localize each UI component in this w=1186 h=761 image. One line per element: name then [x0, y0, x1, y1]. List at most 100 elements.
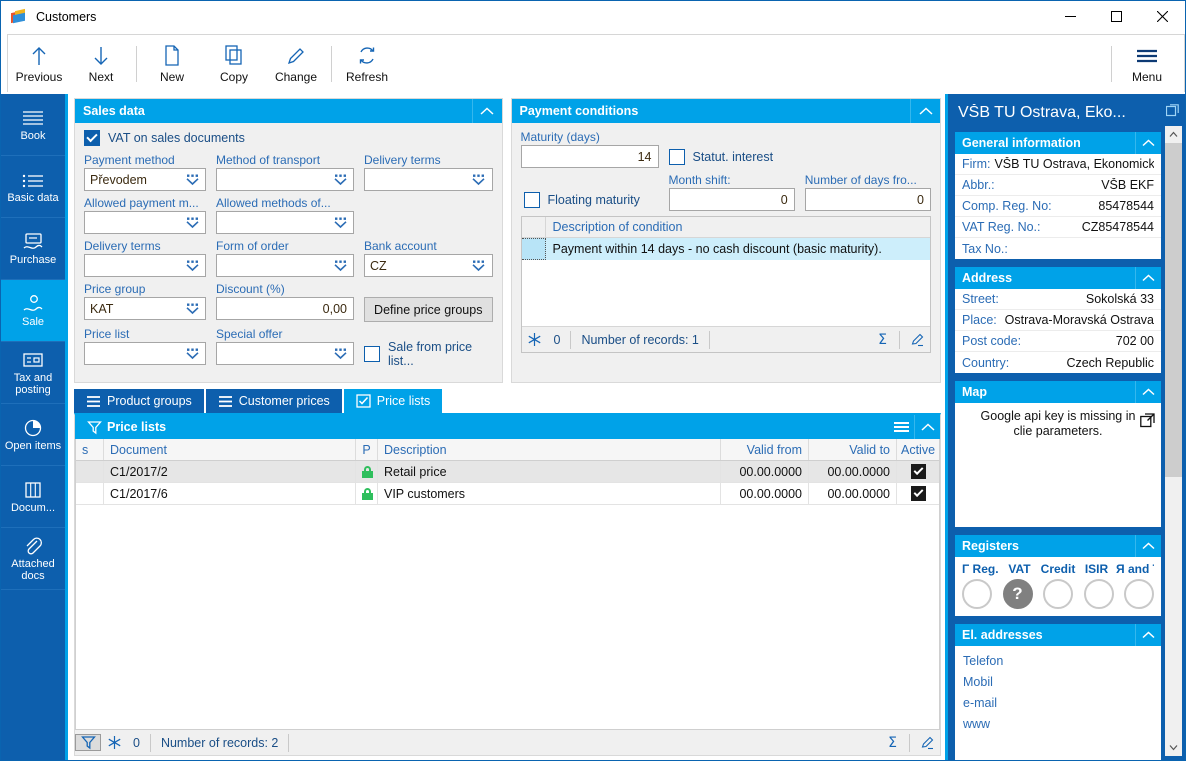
allowed-payment-methods-input[interactable]: [84, 211, 206, 234]
maximize-button[interactable]: [1093, 1, 1139, 32]
tab-price-lists[interactable]: Price lists: [343, 389, 443, 413]
month-shift-input[interactable]: 0: [668, 188, 795, 211]
table-row[interactable]: C1/2017/6 VIP customers 00.00.0000 00.00…: [76, 483, 939, 505]
col-header-active[interactable]: Active: [897, 439, 939, 460]
dropdown-icon[interactable]: [181, 346, 203, 361]
dropdown-icon[interactable]: [468, 258, 490, 273]
vat-on-sales-row[interactable]: VAT on sales documents: [84, 130, 493, 146]
col-header-s[interactable]: s: [76, 439, 104, 460]
payment-conditions-row[interactable]: Payment within 14 days - no cash discoun…: [521, 238, 930, 260]
menu-button[interactable]: Menu: [1116, 37, 1178, 91]
special-offer-input[interactable]: [216, 342, 354, 365]
sale-from-price-list-row[interactable]: Sale from price list...: [364, 340, 493, 368]
vat-on-sales-checkbox[interactable]: [84, 130, 100, 146]
scroll-up-icon[interactable]: [1165, 126, 1182, 143]
discount-input[interactable]: 0,00: [216, 297, 354, 320]
sidebar-item-basic-data[interactable]: Basic data: [1, 156, 65, 218]
register-status-trade[interactable]: [962, 579, 992, 609]
filter-funnel-icon[interactable]: [75, 734, 101, 751]
dropdown-icon[interactable]: [329, 172, 351, 187]
snowflake-freeze-icon[interactable]: [101, 735, 127, 750]
register-status-r-and-t[interactable]: [1124, 579, 1154, 609]
detach-pane-icon[interactable]: [1165, 103, 1179, 122]
dropdown-icon[interactable]: [181, 215, 203, 230]
change-button[interactable]: Change: [265, 37, 327, 91]
cell-active[interactable]: [897, 461, 939, 482]
sigma-icon[interactable]: Σ: [879, 735, 905, 750]
collapse-el-addresses-icon[interactable]: [1135, 624, 1161, 646]
payment-method-input[interactable]: Převodem: [84, 168, 206, 191]
dropdown-icon[interactable]: [329, 258, 351, 273]
register-status-isir[interactable]: [1083, 579, 1114, 609]
pc-row-selector[interactable]: [521, 238, 546, 260]
dropdown-icon[interactable]: [329, 215, 351, 230]
filter-funnel-icon[interactable]: [81, 415, 107, 439]
minimize-button[interactable]: [1047, 1, 1093, 32]
floating-maturity-chk-row[interactable]: Floating maturity: [521, 188, 659, 211]
price-list-input[interactable]: [84, 342, 206, 365]
scroll-down-icon[interactable]: [1165, 739, 1182, 756]
tab-customer-prices[interactable]: Customer prices: [205, 389, 342, 413]
price-group-input[interactable]: KAT: [84, 297, 206, 320]
pencil-edit-icon[interactable]: [904, 332, 930, 347]
dropdown-icon[interactable]: [181, 258, 203, 273]
active-checkbox[interactable]: [910, 464, 926, 479]
next-button[interactable]: Next: [70, 37, 132, 91]
maturity-input[interactable]: 14: [520, 145, 659, 168]
register-status-credit[interactable]: [1043, 579, 1073, 609]
dropdown-icon[interactable]: [181, 172, 203, 187]
sidebar-item-documents[interactable]: Docum...: [1, 466, 65, 528]
days-from-input[interactable]: 0: [804, 188, 931, 211]
collapse-price-lists-icon[interactable]: [914, 415, 940, 439]
method-of-transport-input[interactable]: [216, 168, 354, 191]
register-status-vat[interactable]: ?: [1002, 579, 1033, 609]
sidebar-item-book[interactable]: Book: [1, 94, 65, 156]
snowflake-freeze-icon[interactable]: [522, 332, 548, 347]
pencil-edit-icon[interactable]: [914, 735, 940, 750]
col-header-document[interactable]: Document: [104, 439, 356, 460]
collapse-general-information-icon[interactable]: [1135, 132, 1161, 154]
floating-maturity-checkbox[interactable]: [523, 191, 540, 208]
delivery-terms-input-1[interactable]: [364, 168, 493, 191]
copy-button[interactable]: Copy: [203, 37, 265, 91]
el-address-email[interactable]: e-mail: [955, 692, 1161, 713]
sidebar-item-sale[interactable]: Sale: [1, 280, 65, 342]
collapse-registers-icon[interactable]: [1135, 535, 1161, 557]
refresh-button[interactable]: Refresh: [336, 37, 398, 91]
sigma-icon[interactable]: Σ: [869, 332, 895, 347]
col-header-valid-to[interactable]: Valid to: [809, 439, 897, 460]
collapse-map-icon[interactable]: [1135, 381, 1161, 403]
sale-from-price-list-checkbox[interactable]: [364, 345, 380, 362]
el-address-mobil[interactable]: Mobil: [955, 671, 1161, 692]
sidebar-item-open-items[interactable]: Open items: [1, 404, 65, 466]
collapse-address-icon[interactable]: [1135, 267, 1161, 289]
delivery-terms-input-2[interactable]: [84, 254, 206, 277]
col-header-valid-from[interactable]: Valid from: [721, 439, 809, 460]
statut-interest-checkbox[interactable]: [668, 148, 685, 165]
bank-account-input[interactable]: CZ: [364, 254, 493, 277]
dropdown-icon[interactable]: [329, 346, 351, 361]
active-checkbox[interactable]: [910, 486, 926, 501]
collapse-sales-data-icon[interactable]: [471, 99, 502, 123]
sidebar-item-attached-docs[interactable]: Attached docs: [1, 528, 65, 590]
right-pane-scrollbar[interactable]: [1165, 126, 1182, 756]
cell-active[interactable]: [897, 483, 939, 504]
close-button[interactable]: [1139, 1, 1185, 32]
sidebar-item-purchase[interactable]: Purchase: [1, 218, 65, 280]
el-address-telefon[interactable]: Telefon: [955, 650, 1161, 671]
dropdown-icon[interactable]: [181, 301, 203, 316]
col-header-description[interactable]: Description: [378, 439, 721, 460]
sidebar-item-tax-and-posting[interactable]: Tax and posting: [1, 342, 65, 404]
form-of-order-input[interactable]: [216, 254, 354, 277]
external-link-icon[interactable]: [1140, 413, 1155, 431]
scrollbar-track[interactable]: [1165, 143, 1182, 739]
dropdown-icon[interactable]: [468, 172, 490, 187]
new-button[interactable]: New: [141, 37, 203, 91]
col-header-p[interactable]: P: [356, 439, 378, 460]
scrollbar-thumb[interactable]: [1165, 143, 1182, 477]
allowed-methods-input[interactable]: [216, 211, 354, 234]
grid-menu-icon[interactable]: [888, 415, 914, 439]
table-row[interactable]: C1/2017/2 Retail price 00.00.0000 00.00.…: [76, 461, 939, 483]
el-address-www[interactable]: www: [955, 713, 1161, 734]
previous-button[interactable]: Previous: [8, 37, 70, 91]
